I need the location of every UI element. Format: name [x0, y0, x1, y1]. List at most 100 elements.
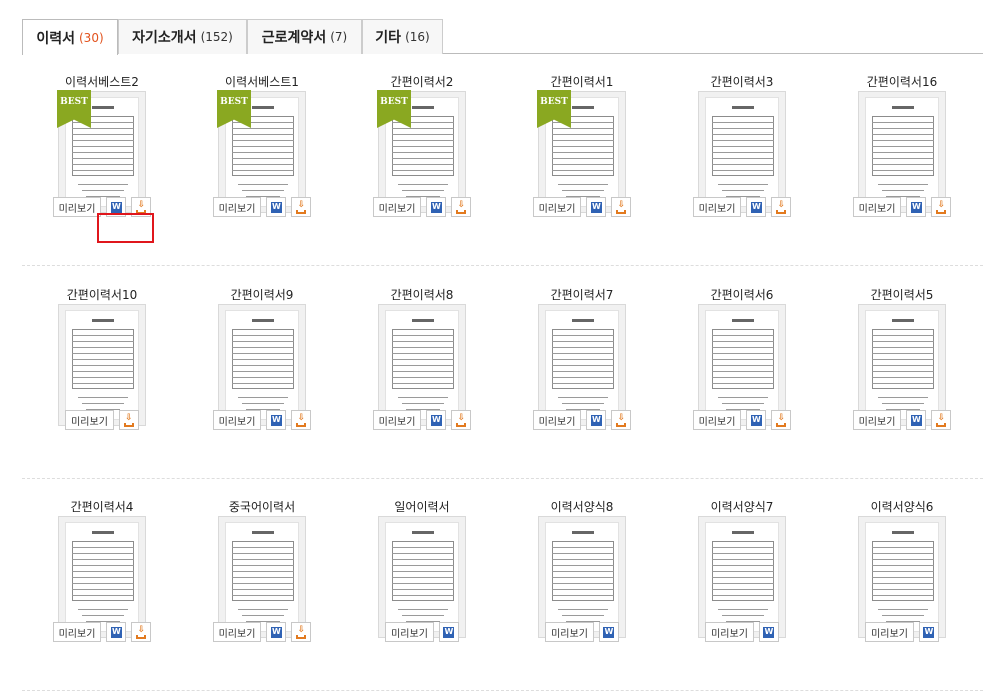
template-thumbnail[interactable] — [218, 516, 306, 638]
template-title[interactable]: 이력서양식6 — [822, 498, 982, 515]
download-button[interactable]: ⇩ — [931, 410, 952, 430]
word-download-button[interactable]: W — [746, 197, 767, 217]
template-thumbnail[interactable]: BEST — [57, 90, 146, 213]
template-title[interactable]: 이력서양식8 — [502, 498, 662, 515]
download-button[interactable]: ⇩ — [118, 410, 139, 430]
word-download-button[interactable]: W — [426, 197, 447, 217]
template-actions: 미리보기 W — [822, 622, 982, 642]
preview-button[interactable]: 미리보기 — [692, 197, 742, 217]
word-download-button[interactable]: W — [758, 622, 779, 642]
preview-button[interactable]: 미리보기 — [865, 622, 914, 642]
template-thumbnail[interactable] — [378, 516, 466, 638]
download-button[interactable]: ⇩ — [451, 410, 472, 430]
preview-button[interactable]: 미리보기 — [852, 410, 902, 430]
template-thumbnail[interactable] — [858, 304, 946, 426]
tab-etc[interactable]: 기타 (16) — [362, 19, 443, 54]
template-actions: 미리보기 W ⇩ — [22, 622, 182, 642]
preview-button[interactable]: 미리보기 — [372, 197, 422, 217]
preview-button[interactable]: 미리보기 — [532, 410, 582, 430]
word-download-button[interactable]: W — [586, 410, 607, 430]
word-download-button[interactable]: W — [906, 197, 927, 217]
template-title[interactable]: 간편이력서1 — [502, 73, 662, 90]
template-thumbnail[interactable] — [58, 304, 146, 426]
word-download-button[interactable]: W — [598, 622, 619, 642]
download-button[interactable]: ⇩ — [131, 622, 152, 642]
download-button[interactable]: ⇩ — [451, 197, 472, 217]
template-title[interactable]: 간편이력서8 — [342, 286, 502, 303]
preview-button[interactable]: 미리보기 — [212, 622, 262, 642]
preview-button[interactable]: 미리보기 — [212, 197, 262, 217]
template-thumbnail[interactable]: BEST — [217, 90, 306, 213]
preview-button[interactable]: 미리보기 — [372, 410, 422, 430]
template-title[interactable]: 간편이력서6 — [662, 286, 822, 303]
template-title[interactable]: 간편이력서4 — [22, 498, 182, 515]
word-download-button[interactable]: W — [426, 410, 447, 430]
template-thumbnail[interactable] — [538, 304, 626, 426]
preview-button[interactable]: 미리보기 — [852, 197, 902, 217]
download-button[interactable]: ⇩ — [611, 197, 632, 217]
download-button[interactable]: ⇩ — [291, 622, 312, 642]
download-button[interactable]: ⇩ — [611, 410, 632, 430]
tab-count: (152) — [200, 30, 233, 44]
word-download-button[interactable]: W — [586, 197, 607, 217]
template-title[interactable]: 이력서양식7 — [662, 498, 822, 515]
preview-button[interactable]: 미리보기 — [52, 622, 102, 642]
template-title[interactable]: 이력서베스트1 — [182, 73, 342, 90]
template-thumbnail[interactable] — [698, 91, 786, 213]
download-button[interactable]: ⇩ — [931, 197, 952, 217]
word-download-button[interactable]: W — [906, 410, 927, 430]
preview-button[interactable]: 미리보기 — [532, 197, 582, 217]
tab-count: (16) — [405, 30, 430, 44]
template-thumbnail[interactable] — [218, 304, 306, 426]
template-title[interactable]: 간편이력서2 — [342, 73, 502, 90]
word-download-button[interactable]: W — [746, 410, 767, 430]
tab-label: 자기소개서 — [132, 30, 197, 46]
template-thumbnail[interactable] — [858, 516, 946, 638]
template-thumbnail[interactable] — [698, 516, 786, 638]
template-title[interactable]: 이력서베스트2 — [22, 73, 182, 90]
template-title[interactable]: 간편이력서5 — [822, 286, 982, 303]
preview-button[interactable]: 미리보기 — [705, 622, 754, 642]
document-preview-image — [705, 522, 779, 632]
word-download-button[interactable]: W — [106, 622, 127, 642]
word-download-button[interactable]: W — [438, 622, 459, 642]
template-title[interactable]: 간편이력서16 — [822, 73, 982, 90]
row-divider — [22, 478, 983, 479]
template-title[interactable]: 간편이력서10 — [22, 286, 182, 303]
template-thumbnail[interactable] — [698, 304, 786, 426]
tab-labor-contract[interactable]: 근로계약서 (7) — [247, 19, 362, 54]
word-download-button[interactable]: W — [266, 410, 287, 430]
download-button[interactable]: ⇩ — [771, 410, 792, 430]
document-preview-image — [545, 522, 619, 632]
word-icon: W — [110, 626, 122, 638]
template-thumbnail[interactable]: BEST — [537, 90, 626, 213]
tab-cover-letter[interactable]: 자기소개서 (152) — [118, 19, 247, 54]
word-icon: W — [750, 414, 762, 426]
word-download-button[interactable]: W — [266, 197, 287, 217]
template-title[interactable]: 일어이력서 — [342, 498, 502, 515]
download-button[interactable]: ⇩ — [291, 197, 312, 217]
download-button[interactable]: ⇩ — [771, 197, 792, 217]
download-button[interactable]: ⇩ — [291, 410, 312, 430]
template-thumbnail[interactable] — [378, 304, 466, 426]
preview-button[interactable]: 미리보기 — [385, 622, 434, 642]
tab-resume[interactable]: 이력서 (30) — [22, 19, 118, 55]
template-thumbnail[interactable] — [538, 516, 626, 638]
template-title[interactable]: 간편이력서3 — [662, 73, 822, 90]
preview-button[interactable]: 미리보기 — [52, 197, 102, 217]
template-thumbnail[interactable] — [58, 516, 146, 638]
preview-button[interactable]: 미리보기 — [212, 410, 262, 430]
preview-button[interactable]: 미리보기 — [65, 410, 114, 430]
download-button[interactable]: ⇩ — [131, 197, 152, 217]
preview-button[interactable]: 미리보기 — [692, 410, 742, 430]
template-title[interactable]: 간편이력서9 — [182, 286, 342, 303]
template-thumbnail[interactable] — [858, 91, 946, 213]
template-title[interactable]: 간편이력서7 — [502, 286, 662, 303]
preview-button[interactable]: 미리보기 — [545, 622, 594, 642]
template-title[interactable]: 중국어이력서 — [182, 498, 342, 515]
template-thumbnail[interactable]: BEST — [377, 90, 466, 213]
word-download-button[interactable]: W — [106, 197, 127, 217]
word-icon: W — [590, 201, 602, 213]
word-download-button[interactable]: W — [918, 622, 939, 642]
word-download-button[interactable]: W — [266, 622, 287, 642]
